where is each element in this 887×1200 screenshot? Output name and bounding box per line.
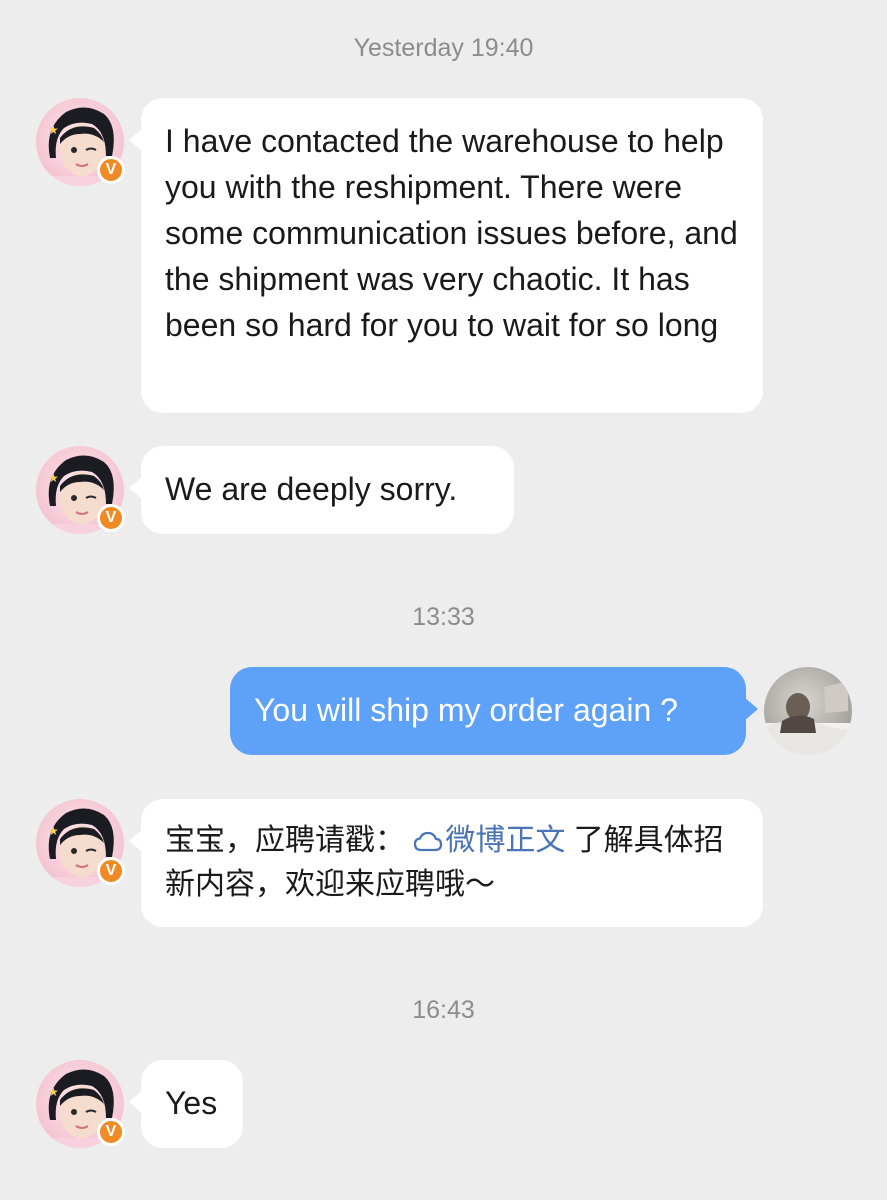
incoming-message-bubble[interactable]: Yes bbox=[129, 1060, 243, 1148]
incoming-message-bubble[interactable]: We are deeply sorry. bbox=[129, 446, 514, 534]
timestamp: Yesterday 19:40 bbox=[353, 34, 534, 62]
svg-text:★: ★ bbox=[48, 824, 59, 838]
contact-avatar[interactable]: ★ V bbox=[36, 446, 125, 534]
contact-avatar[interactable]: ★ V bbox=[36, 1060, 125, 1148]
cloud-link-icon bbox=[414, 831, 443, 852]
timestamp: 16:43 bbox=[412, 996, 475, 1024]
avatar-image bbox=[764, 667, 852, 755]
weibo-post-link[interactable]: 微博正文 bbox=[413, 824, 565, 857]
verified-badge-icon: V bbox=[97, 504, 125, 532]
my-avatar[interactable] bbox=[764, 667, 852, 755]
svg-text:★: ★ bbox=[48, 123, 59, 137]
message-text: You will ship my order again ? bbox=[254, 692, 678, 728]
verified-badge-icon: V bbox=[97, 857, 125, 885]
message-text: I have contacted the warehouse to help y… bbox=[165, 123, 738, 343]
link-text: 微博正文 bbox=[445, 824, 566, 857]
verified-badge-icon: V bbox=[97, 1118, 125, 1146]
svg-text:★: ★ bbox=[48, 1085, 59, 1099]
svg-text:★: ★ bbox=[48, 471, 59, 485]
incoming-message-bubble[interactable]: 宝宝，应聘请戳： 微博正文 了解具体招新内容，欢迎来应聘哦～ bbox=[129, 799, 763, 927]
incoming-message-bubble[interactable]: I have contacted the warehouse to help y… bbox=[129, 98, 763, 413]
verified-badge-icon: V bbox=[97, 156, 125, 184]
contact-avatar[interactable]: ★ V bbox=[36, 799, 125, 887]
timestamp: 13:33 bbox=[412, 603, 475, 631]
message-text: We are deeply sorry. bbox=[165, 471, 458, 507]
message-text-prefix: 宝宝，应聘请戳： bbox=[165, 824, 405, 857]
message-text: Yes bbox=[165, 1085, 218, 1121]
contact-avatar[interactable]: ★ V bbox=[36, 98, 125, 186]
outgoing-message-bubble[interactable]: You will ship my order again ? bbox=[230, 667, 758, 755]
